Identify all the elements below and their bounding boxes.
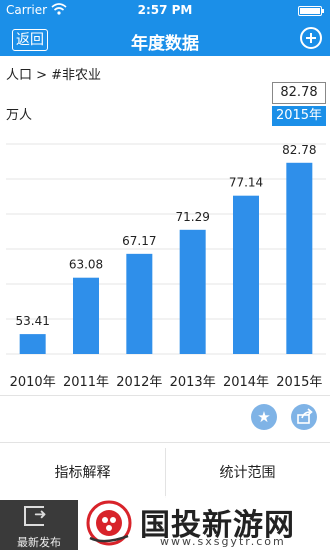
bar-value-label: 77.14 xyxy=(229,176,263,190)
watermark-banner: 国投新游网 www.sxsgytr.com xyxy=(78,496,330,550)
watermark-logo-icon xyxy=(86,500,132,546)
tab-statistical-scope[interactable]: 统计范围 xyxy=(165,462,330,482)
x-tick-label: 2012年 xyxy=(116,375,162,390)
add-icon[interactable] xyxy=(300,27,322,49)
bar[interactable] xyxy=(286,162,313,354)
tabs-divider xyxy=(0,442,330,443)
bar-value-label: 53.41 xyxy=(15,314,49,328)
bar[interactable] xyxy=(233,195,259,354)
selected-value: 82.78 xyxy=(272,82,326,104)
clock: 2:57 PM xyxy=(137,3,193,17)
bar-value-label: 71.29 xyxy=(175,210,209,224)
x-tick-label: 2013年 xyxy=(170,375,216,390)
bar[interactable] xyxy=(19,334,46,354)
bar[interactable] xyxy=(179,229,206,354)
status-bar: Carrier 2:57 PM xyxy=(0,0,330,22)
bar-value-label: 67.17 xyxy=(122,234,156,248)
bar-chart: 53.41 2010年 63.08 2011年 67.17 2012年 71.29 2013年… xyxy=(0,130,330,395)
watermark-url: www.sxsgytr.com xyxy=(160,535,286,548)
bar[interactable] xyxy=(126,253,153,354)
battery-icon xyxy=(298,6,324,16)
chart-divider xyxy=(0,395,330,396)
page-title: 年度数据 xyxy=(131,34,199,54)
bar-value-label: 63.08 xyxy=(69,258,103,272)
nav-bar: 返回 年度数据 xyxy=(0,22,330,56)
latest-release-label: 最新发布 xyxy=(17,536,61,549)
share-icon[interactable] xyxy=(291,404,317,430)
exit-icon xyxy=(24,505,47,526)
bar-value-label: 82.78 xyxy=(282,143,316,157)
star-icon[interactable]: ★ xyxy=(251,404,277,430)
selected-year-badge[interactable]: 2015年 xyxy=(272,106,326,126)
breadcrumb: 人口 > #非农业 xyxy=(6,68,102,83)
x-tick-label: 2015年 xyxy=(276,375,322,390)
bar-chart-svg: 53.41 2010年 63.08 2011年 67.17 2012年 71.29 2013年… xyxy=(6,143,326,390)
latest-release-button[interactable]: 最新发布 xyxy=(0,500,78,550)
bar[interactable] xyxy=(73,277,99,354)
x-tick-label: 2014年 xyxy=(223,375,269,390)
x-tick-label: 2011年 xyxy=(63,375,109,390)
unit-label: 万人 xyxy=(6,108,33,123)
tab-indicator-explanation[interactable]: 指标解释 xyxy=(0,462,165,482)
x-tick-label: 2010年 xyxy=(10,375,56,390)
